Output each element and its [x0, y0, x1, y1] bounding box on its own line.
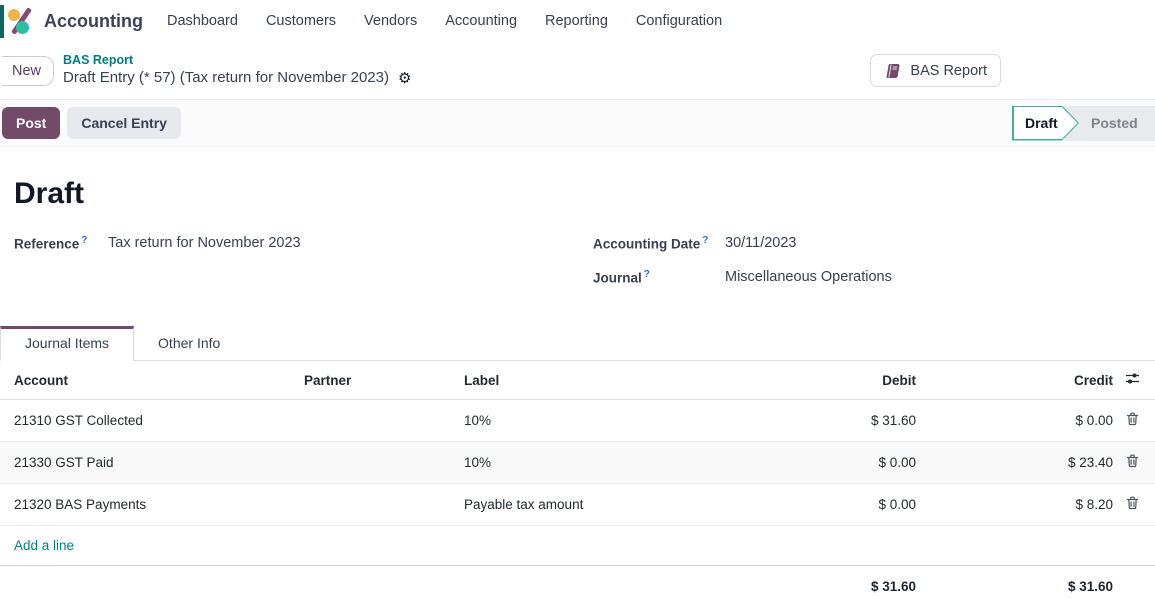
cell-label: Payable tax amount — [460, 484, 710, 526]
window-edge-accent — [0, 5, 4, 38]
table-row[interactable]: 21310 GST Collected 10% $ 31.60 $ 0.00 — [0, 400, 1155, 442]
journal-label: Journal? — [593, 269, 725, 286]
app-title[interactable]: Accounting — [44, 11, 143, 32]
nav-item-customers[interactable]: Customers — [266, 13, 336, 29]
cell-debit: $ 0.00 — [710, 484, 920, 526]
breadcrumb-parent-link[interactable]: BAS Report — [63, 53, 411, 69]
cancel-entry-button[interactable]: Cancel Entry — [67, 107, 181, 139]
cell-debit: $ 0.00 — [710, 442, 920, 484]
breadcrumb: BAS Report Draft Entry (* 57) (Tax retur… — [63, 53, 411, 87]
field-group: Reference? Tax return for November 2023 … — [0, 235, 1155, 302]
top-navbar: Accounting Dashboard Customers Vendors A… — [0, 0, 1155, 42]
col-header-partner[interactable]: Partner — [300, 361, 460, 400]
table-header-row: Account Partner Label Debit Credit — [0, 361, 1155, 400]
col-header-credit[interactable]: Credit — [920, 361, 1117, 400]
nav-item-dashboard[interactable]: Dashboard — [167, 13, 238, 29]
total-credit: $ 31.60 — [920, 566, 1117, 599]
page-title: Draft — [14, 177, 1155, 211]
totals-row: $ 31.60 $ 31.60 — [0, 566, 1155, 599]
help-tooltip-icon: ? — [702, 235, 708, 246]
nav-item-vendors[interactable]: Vendors — [364, 13, 417, 29]
logo-dot-teal — [16, 21, 29, 34]
cell-partner — [300, 400, 460, 442]
cell-label: 10% — [460, 442, 710, 484]
stage-draft[interactable]: Draft — [1012, 106, 1079, 141]
field-reference: Reference? Tax return for November 2023 — [14, 235, 593, 252]
bas-report-smart-button[interactable]: BAS Report — [870, 54, 1001, 87]
main-menu: Dashboard Customers Vendors Accounting R… — [167, 13, 722, 29]
reference-value[interactable]: Tax return for November 2023 — [108, 235, 301, 252]
reference-label: Reference? — [14, 235, 108, 252]
col-header-debit[interactable]: Debit — [710, 361, 920, 400]
sliders-icon — [1125, 372, 1140, 385]
stage-draft-label: Draft — [1025, 115, 1058, 131]
field-accounting-date: Accounting Date? 30/11/2023 — [593, 235, 1155, 252]
book-icon — [884, 63, 901, 79]
bas-report-button-label: BAS Report — [910, 63, 987, 79]
accounting-date-value[interactable]: 30/11/2023 — [725, 235, 797, 252]
nav-item-accounting[interactable]: Accounting — [445, 13, 517, 29]
accounting-date-label: Accounting Date? — [593, 235, 725, 252]
cell-label: 10% — [460, 400, 710, 442]
table-row[interactable]: 21330 GST Paid 10% $ 0.00 $ 23.40 — [0, 442, 1155, 484]
help-tooltip-icon: ? — [81, 235, 87, 246]
tab-journal-items[interactable]: Journal Items — [0, 326, 134, 361]
journal-value[interactable]: Miscellaneous Operations — [725, 269, 892, 286]
breadcrumb-current: Draft Entry (* 57) (Tax return for Novem… — [63, 69, 389, 88]
trash-icon[interactable] — [1126, 412, 1139, 429]
stage-posted-label: Posted — [1091, 115, 1138, 131]
new-button[interactable]: New — [2, 56, 54, 86]
app-logo-icon[interactable] — [8, 7, 35, 35]
cell-credit: $ 0.00 — [920, 400, 1117, 442]
field-journal: Journal? Miscellaneous Operations — [593, 269, 1155, 286]
optional-columns-toggle[interactable] — [1117, 361, 1155, 400]
trash-icon[interactable] — [1126, 496, 1139, 513]
col-header-label[interactable]: Label — [460, 361, 710, 400]
journal-items-table: Account Partner Label Debit Credit — [0, 361, 1155, 599]
cell-account: 21320 BAS Payments — [0, 484, 300, 526]
help-tooltip-icon: ? — [644, 269, 650, 280]
control-panel: New BAS Report Draft Entry (* 57) (Tax r… — [0, 42, 1155, 100]
cell-credit: $ 23.40 — [920, 442, 1117, 484]
nav-item-reporting[interactable]: Reporting — [545, 13, 608, 29]
notebook-tabs: Journal Items Other Info — [0, 326, 1155, 361]
table-row[interactable]: 21320 BAS Payments Payable tax amount $ … — [0, 484, 1155, 526]
cell-account: 21330 GST Paid — [0, 442, 300, 484]
form-sheet: Draft Reference? Tax return for November… — [0, 177, 1155, 599]
cell-credit: $ 8.20 — [920, 484, 1117, 526]
tab-other-info[interactable]: Other Info — [134, 326, 244, 361]
statusbar: Post Cancel Entry Draft Posted — [0, 100, 1155, 147]
trash-icon[interactable] — [1126, 454, 1139, 471]
total-debit: $ 31.60 — [710, 566, 920, 599]
add-a-line-link[interactable]: Add a line — [0, 526, 1155, 566]
add-line-row: Add a line — [0, 526, 1155, 566]
gear-icon[interactable]: ⚙ — [398, 71, 411, 86]
post-button[interactable]: Post — [2, 107, 60, 139]
col-header-account[interactable]: Account — [0, 361, 300, 400]
cell-debit: $ 31.60 — [710, 400, 920, 442]
cell-partner — [300, 484, 460, 526]
nav-item-configuration[interactable]: Configuration — [636, 13, 722, 29]
cell-partner — [300, 442, 460, 484]
stage-widget: Draft Posted — [1012, 106, 1155, 141]
cell-account: 21310 GST Collected — [0, 400, 300, 442]
